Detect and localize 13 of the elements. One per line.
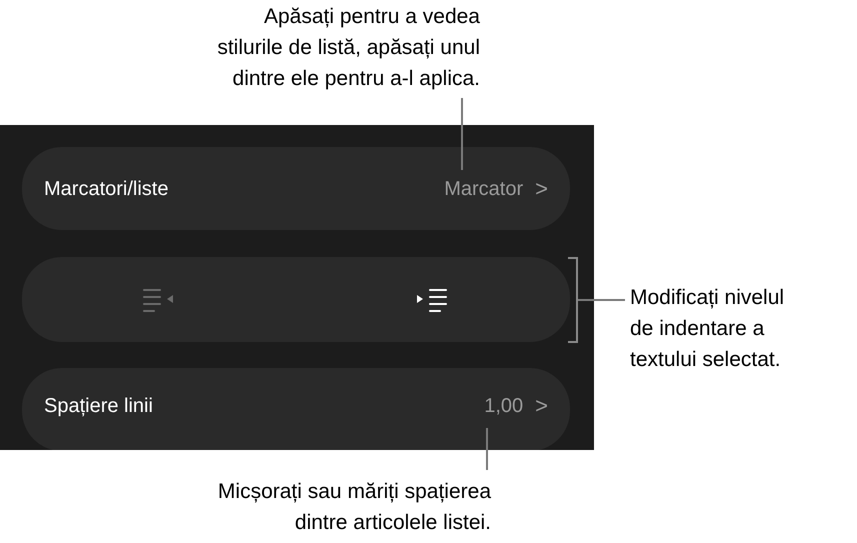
row-label: Marcatori/liste bbox=[44, 176, 168, 202]
leader-line bbox=[486, 428, 488, 470]
setting-row[interactable]: Spațiere linii 1,00 > bbox=[22, 368, 570, 450]
callout-text: Micșorați sau măriți spațierea dintre articolele listei. bbox=[218, 479, 491, 536]
callout-text: Modificați nivelul de indentare a textului selectat. bbox=[630, 285, 784, 373]
chevron-icon: > bbox=[535, 389, 548, 422]
chevron-icon: > bbox=[535, 172, 548, 205]
callout-text: Apăsați pentru a vedea stilurile de listă, apăsați unul dintre ele pentru a-l aplica. bbox=[217, 4, 480, 92]
row-value: Marcator bbox=[444, 176, 524, 202]
row-value: 1,00 bbox=[484, 394, 524, 418]
leader-line bbox=[461, 98, 463, 170]
setting-row[interactable]: Marcatori/liste Marcator > bbox=[22, 147, 570, 230]
row-label: Spațiere linii bbox=[44, 394, 153, 418]
